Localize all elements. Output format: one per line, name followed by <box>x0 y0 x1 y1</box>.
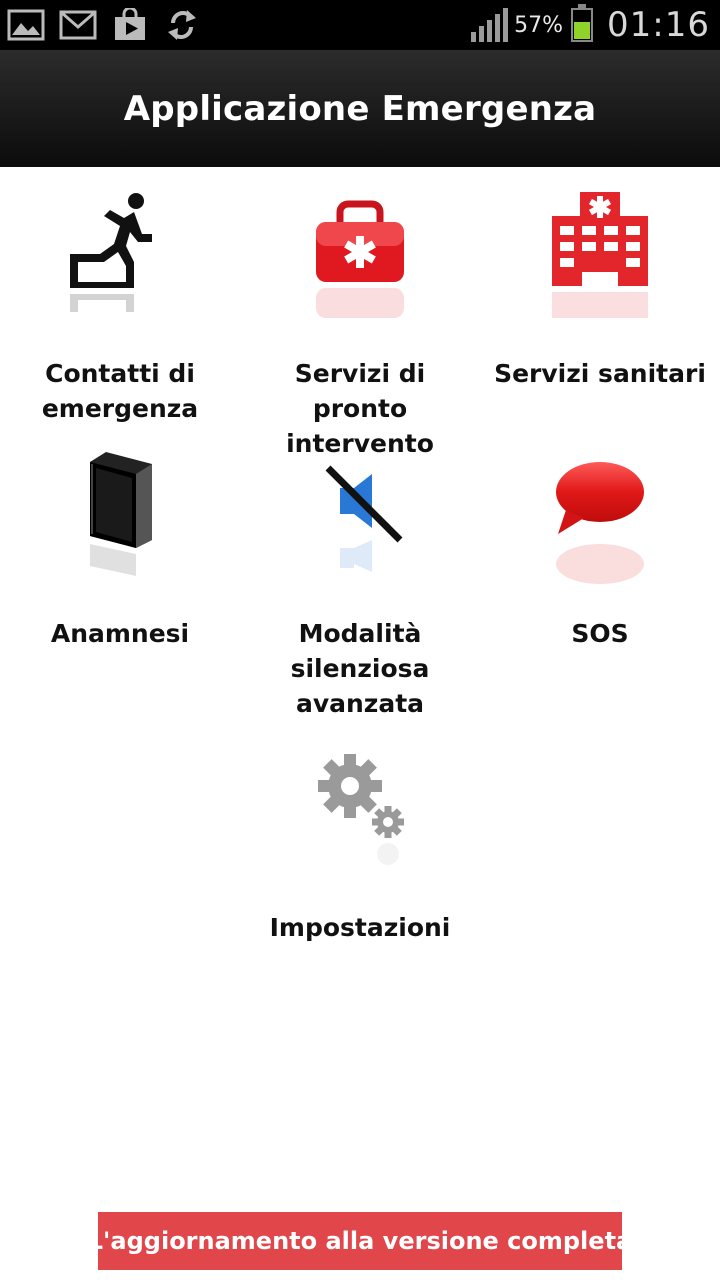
image-icon <box>6 7 46 43</box>
clock: 01:16 <box>607 5 710 45</box>
gears-icon <box>240 742 480 902</box>
menu-item-modalita-silenziosa[interactable]: Modalità silenziosa avanzata <box>240 448 480 721</box>
running-man-exit-icon <box>0 188 240 348</box>
system-status: 57% 01:16 <box>471 0 710 50</box>
menu-item-label: Servizi sanitari <box>494 359 706 388</box>
hospital-icon <box>480 188 720 348</box>
menu-item-label: SOS <box>571 619 629 648</box>
menu-item-contatti-emergenza[interactable]: Contatti di emergenza <box>0 188 240 426</box>
menu-item-servizi-sanitari[interactable]: Servizi sanitari <box>480 188 720 391</box>
menu-item-label: Contatti di emergenza <box>41 359 199 423</box>
menu-item-label: Modalità silenziosa avanzata <box>290 619 430 718</box>
status-bar: 57% 01:16 <box>0 0 720 50</box>
mute-speaker-icon <box>240 448 480 608</box>
speech-bubble-icon <box>480 448 720 608</box>
signal-icon <box>471 8 509 42</box>
upgrade-button[interactable]: L'aggiornamento alla versione completa <box>88 1212 632 1270</box>
menu-item-label: Servizi di pronto intervento <box>286 359 434 458</box>
battery-icon <box>571 4 594 42</box>
first-aid-kit-icon <box>240 188 480 348</box>
sync-icon <box>162 7 202 43</box>
menu-item-sos[interactable]: SOS <box>480 448 720 651</box>
battery-percent: 57% <box>514 12 564 38</box>
menu-item-anamnesi[interactable]: Anamnesi <box>0 448 240 651</box>
play-store-icon <box>110 7 150 43</box>
menu-item-servizi-pronto-intervento[interactable]: Servizi di pronto intervento <box>240 188 480 461</box>
menu-item-label: Anamnesi <box>50 619 190 648</box>
book-icon <box>0 448 240 608</box>
menu-item-impostazioni[interactable]: Impostazioni <box>240 742 480 945</box>
notification-icons <box>6 6 202 44</box>
menu-item-label: Impostazioni <box>269 913 451 942</box>
gmail-icon <box>58 7 98 43</box>
title-bar: Applicazione Emergenza <box>0 50 720 167</box>
app-title: Applicazione Emergenza <box>123 88 597 129</box>
